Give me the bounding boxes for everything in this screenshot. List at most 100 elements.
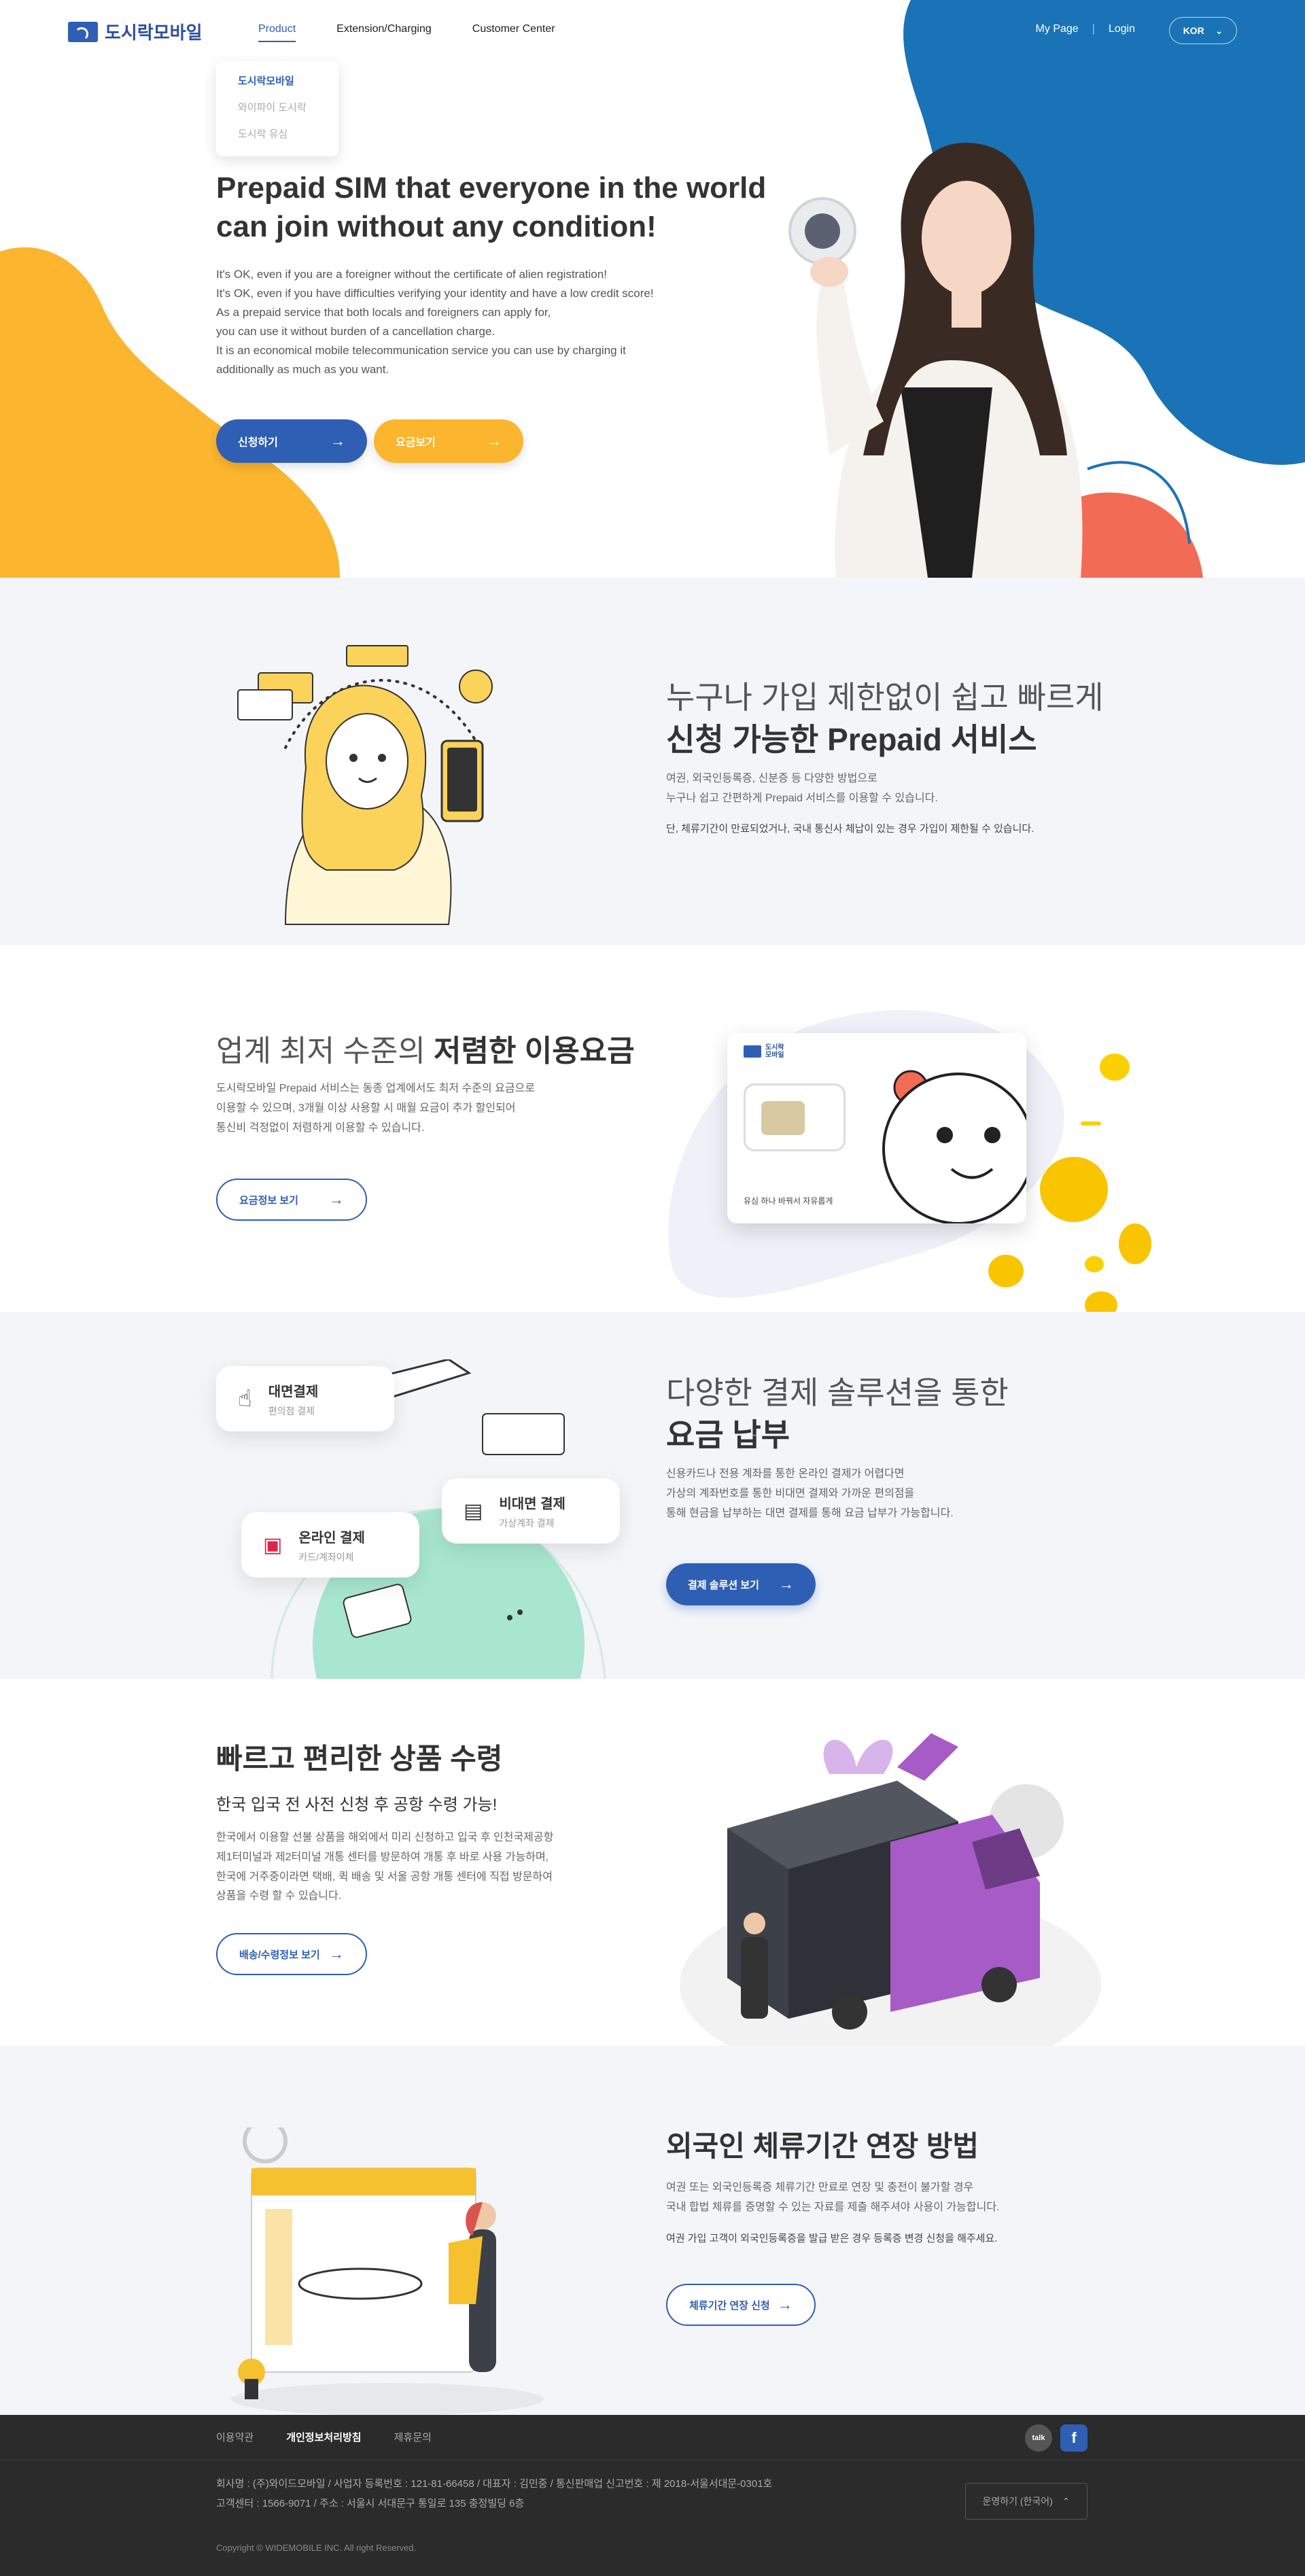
delivery-info-button[interactable]: 배송/수령정보 보기 → <box>216 1933 367 1975</box>
section5-note: 여권 가입 고객이 외국인등록증을 발급 받은 경우 등록증 변경 신청을 해주… <box>666 2233 998 2244</box>
mobile-payment-icon: ▣ <box>263 1533 283 1556</box>
language-value: KOR <box>1183 25 1204 36</box>
section1-title-bold: 신청 가능한 Prepaid 서비스 <box>666 722 1037 758</box>
payment-solution-button[interactable]: 결제 솔루션 보기 → <box>666 1563 816 1605</box>
section4-description: 한국에서 이용할 선불 상품을 해외에서 미리 신청하고 입국 후 인천국제공항… <box>216 1828 692 1907</box>
payment-card-in-person[interactable]: ☝ 대면결제 편의점 결제 <box>216 1366 394 1431</box>
section2-desc-line: 이용할 수 있으며, 3개월 이상 사용할 시 매월 요금이 추가 할인되어 <box>216 1102 516 1114</box>
view-rates-button[interactable]: 요금보기 → <box>374 419 523 463</box>
section3-title-light: 다양한 결제 솔루션을 통한 <box>666 1375 1009 1410</box>
logo-icon <box>68 21 98 42</box>
atm-icon: ▤ <box>464 1499 483 1522</box>
section-stay-extension: MENSTRUAL CALENDAR 외국인 체류기간 연장 방법 여권 또는 … <box>0 2046 1305 2415</box>
sim-card-logo-line1: 도시락 <box>765 1044 784 1051</box>
section3-desc-line: 가상의 계좌번호를 통한 비대면 결제와 가까운 편의점을 <box>666 1487 915 1499</box>
hero-desc-line: you can use it without burden of a cance… <box>216 325 495 338</box>
hero-title: Prepaid SIM that everyone in the world c… <box>216 169 801 246</box>
coins-illustration <box>988 1054 1151 1312</box>
section4-title: 빠르고 편리한 상품 수령 <box>216 1743 503 1775</box>
footer-link-partnership[interactable]: 제휴문의 <box>394 2430 432 2444</box>
nav-product[interactable]: Product <box>258 23 296 42</box>
delivery-info-button-label: 배송/수령정보 보기 <box>239 1949 320 1961</box>
nav-extension-charging[interactable]: Extension/Charging <box>336 23 432 42</box>
payment-card-title: 대면결제 <box>268 1384 319 1399</box>
payment-card-sub: 카드/계좌이체 <box>298 1551 354 1563</box>
sim-chip <box>761 1101 805 1135</box>
hero-description: It's OK, even if you are a foreigner wit… <box>216 265 733 379</box>
copyright: Copyright © WIDEMOBILE INC. All right Re… <box>216 2543 417 2553</box>
girl-phone-illustration <box>237 645 493 925</box>
language-select[interactable]: KOR ⌄ <box>1169 17 1237 44</box>
arrow-right-icon: → <box>329 1191 344 1208</box>
section1-description: 여권, 외국인등록증, 신분증 등 다양한 방법으로 누구나 쉽고 간편하게 P… <box>666 769 1210 809</box>
kakaotalk-icon[interactable]: talk <box>1025 2424 1052 2452</box>
sim-card-logo-text: 도시락 모바일 <box>765 1044 784 1059</box>
dropdown-item-dosirak-usim[interactable]: 도시락 유심 <box>238 126 317 141</box>
payment-card-sub: 편의점 결제 <box>268 1405 315 1416</box>
hero-desc-line: As a prepaid service that both locals an… <box>216 306 551 319</box>
section2-description: 도시락모바일 Prepaid 서비스는 동종 업계에서도 최저 수준의 요금으로… <box>216 1079 692 1138</box>
section4-desc-line: 상품을 수령 할 수 있습니다. <box>216 1890 342 1902</box>
calendar-label: MENSTRUAL CALENDAR <box>266 2199 402 2208</box>
footer-link-terms[interactable]: 이용약관 <box>216 2430 254 2444</box>
hero-desc-line: additionally as much as you want. <box>216 363 389 377</box>
delivery-truck-illustration <box>680 1733 1101 2046</box>
mypage-link[interactable]: My Page <box>1036 23 1079 35</box>
section3-heading: 다양한 결제 솔루션을 통한 요금 납부 <box>666 1372 1210 1456</box>
hero-model-image <box>788 143 1083 578</box>
site-footer: 이용약관 개인정보처리방침 제휴문의 talk f 회사명 : (주)와이드모바… <box>0 2415 1305 2576</box>
hero-desc-line: It is an economical mobile telecommunica… <box>216 344 626 358</box>
section4-desc-line: 한국에서 이용할 선불 상품을 해외에서 미리 신청하고 입국 후 인천국제공항 <box>216 1832 554 1843</box>
footer-company-info: 회사명 : (주)와이드모바일 / 사업자 등록번호 : 121-81-6645… <box>216 2475 772 2513</box>
section-prepaid-service: 누구나 가입 제한없이 쉽고 빠르게 신청 가능한 Prepaid 서비스 여권… <box>0 578 1305 945</box>
product-dropdown: 도시락모바일 와이파이 도시락 도시락 유심 <box>216 61 338 156</box>
rate-info-button-label: 요금정보 보기 <box>239 1194 298 1206</box>
section1-title-light: 누구나 가입 제한없이 쉽고 빠르게 <box>666 680 1104 715</box>
section-low-rates: 업계 최저 수준의 저렴한 이용요금 도시락모바일 Prepaid 서비스는 동… <box>0 945 1305 1312</box>
section-payment: ☝ 대면결제 편의점 결제 ▣ 온라인 결제 카드/계좌이체 ▤ 비대면 결제 … <box>0 1312 1305 1679</box>
section1-heading: 누구나 가입 제한없이 쉽고 빠르게 신청 가능한 Prepaid 서비스 <box>666 676 1210 761</box>
dropdown-item-wifi-dosirak[interactable]: 와이파이 도시락 <box>238 100 317 114</box>
arrow-right-icon: → <box>330 432 345 449</box>
apply-button-label: 신청하기 <box>238 437 278 449</box>
login-link[interactable]: Login <box>1109 23 1135 35</box>
footer-link-privacy[interactable]: 개인정보처리방침 <box>286 2430 361 2444</box>
section3-desc-line: 신용카드나 전용 계좌를 통한 온라인 결제가 어렵다면 <box>666 1468 905 1480</box>
hand-card-icon: ☝ <box>238 1386 252 1412</box>
section-delivery: 빠르고 편리한 상품 수령 한국 입국 전 사전 신청 후 공항 수령 가능! … <box>0 1679 1305 2046</box>
dropdown-item-dosirak-mobile[interactable]: 도시락모바일 <box>238 73 317 88</box>
payment-card-title: 온라인 결제 <box>298 1530 365 1546</box>
family-site-select[interactable]: 운영하기 (한국어) ⌃ <box>965 2483 1088 2520</box>
calendar-illustration <box>231 2127 544 2415</box>
logo[interactable]: 도시락모바일 <box>68 19 203 44</box>
arrow-right-icon: → <box>779 1576 794 1592</box>
chevron-down-icon: ⌄ <box>1215 24 1223 36</box>
payment-card-non-face-text: 비대면 결제 가상계좌 결제 <box>499 1493 566 1530</box>
payment-card-sub: 가상계좌 결제 <box>499 1517 555 1529</box>
payment-solution-button-label: 결제 솔루션 보기 <box>688 1579 759 1591</box>
facebook-icon[interactable]: f <box>1060 2424 1088 2452</box>
sim-card-caption: 유심 하나 바꿔서 자유롭게 <box>744 1196 833 1206</box>
utility-nav: My Page | Login <box>1036 23 1135 35</box>
logo-text: 도시락모바일 <box>105 22 203 43</box>
stay-extension-button[interactable]: 체류기간 연장 신청 → <box>666 2284 816 2326</box>
sim-card: 도시락 모바일 유심 하나 바꿔서 자유롭게 <box>727 1033 1026 1223</box>
payment-card-non-face[interactable]: ▤ 비대면 결제 가상계좌 결제 <box>442 1478 620 1544</box>
chevron-up-icon: ⌃ <box>1062 2495 1071 2507</box>
payment-card-in-person-text: 대면결제 편의점 결제 <box>268 1380 319 1418</box>
payment-card-title: 비대면 결제 <box>499 1496 566 1512</box>
nav-customer-center[interactable]: Customer Center <box>472 23 555 42</box>
section5-desc-line: 국내 합법 체류를 증명할 수 있는 자료를 제출 해주셔야 사용이 가능합니다… <box>666 2201 1000 2213</box>
apply-button[interactable]: 신청하기 → <box>216 419 367 463</box>
util-separator: | <box>1092 23 1095 35</box>
section3-desc-line: 통해 현금을 납부하는 대면 결제를 통해 요금 납부가 가능합니다. <box>666 1507 954 1519</box>
stay-extension-button-label: 체류기간 연장 신청 <box>689 2299 770 2312</box>
arrow-right-icon: → <box>487 432 502 449</box>
rate-info-button[interactable]: 요금정보 보기 → <box>216 1179 367 1221</box>
section4-desc-line: 제1터미널과 제2터미널 개통 센터를 방문하여 개통 후 바로 사용 가능하며… <box>216 1851 549 1863</box>
sim-card-logo-line2: 모바일 <box>765 1051 784 1059</box>
hero-desc-line: It's OK, even if you have difficulties v… <box>216 287 654 300</box>
payment-card-online-text: 온라인 결제 카드/계좌이체 <box>298 1527 365 1564</box>
arrow-right-icon: → <box>329 1945 344 1962</box>
payment-card-online[interactable]: ▣ 온라인 결제 카드/계좌이체 <box>241 1512 419 1578</box>
